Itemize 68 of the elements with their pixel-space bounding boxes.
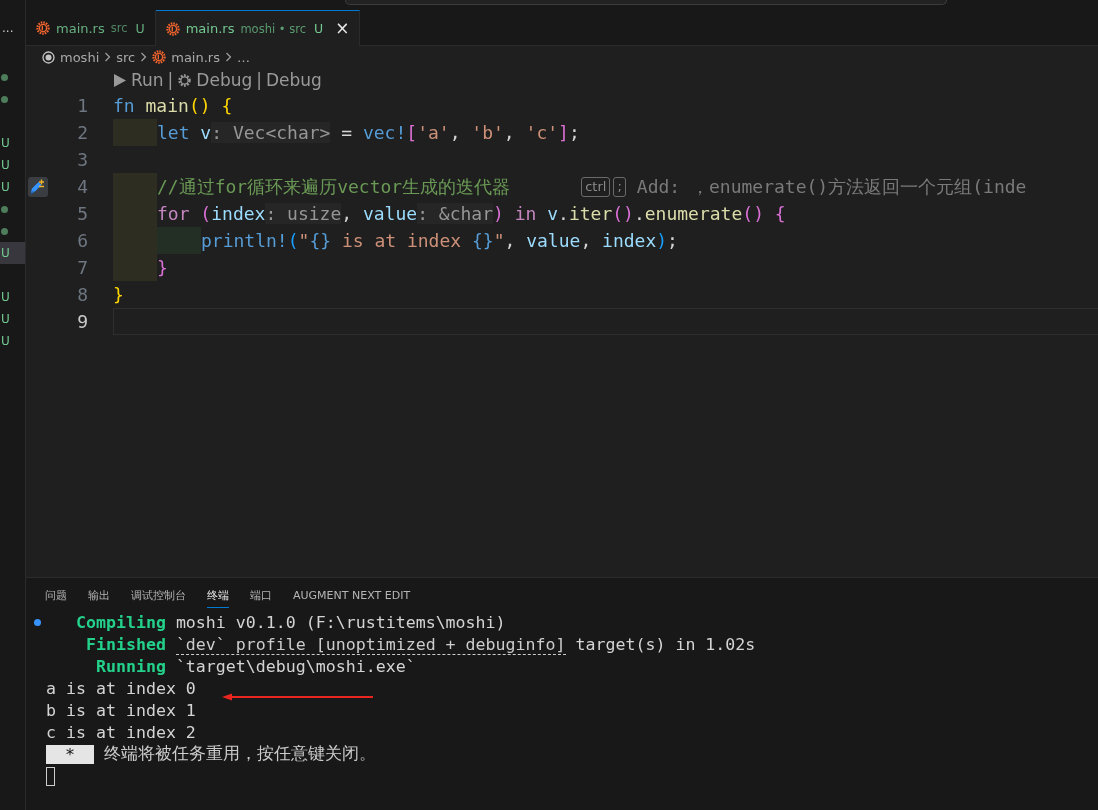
editor-tab[interactable]: main.rs moshi • src U × xyxy=(155,10,361,46)
code-line: let v: Vec<char> = vec!['a', 'b', 'c']; xyxy=(157,122,580,143)
status-letter: U xyxy=(1,246,10,260)
line-number: 7 xyxy=(76,257,88,278)
gear-icon xyxy=(177,72,193,88)
terminal-cursor xyxy=(46,766,55,786)
status-letter: U xyxy=(1,180,10,194)
code-line: fn main() { xyxy=(113,95,233,116)
status-letter: U xyxy=(1,334,10,348)
terminal-line: b is at index 1 xyxy=(46,700,196,720)
terminal-line: Finished `dev` profile [unoptimized + debuginfo] target(s) in 1.02s xyxy=(84,634,756,654)
line-number: 6 xyxy=(76,230,88,251)
task-badge: * xyxy=(46,744,94,764)
codelens-link[interactable]: Debug xyxy=(266,70,322,90)
play-icon xyxy=(113,72,127,88)
status-letter: U xyxy=(1,136,10,150)
separator: | xyxy=(167,70,174,90)
terminal-message: 终端将被任务重用，按任意键关闭。 xyxy=(104,743,376,765)
chevron-icon xyxy=(140,52,148,62)
panel-tab[interactable]: 输出 xyxy=(88,581,110,608)
inline-suggestion: Add: ，enumerate()方法返回一个元组(inde xyxy=(636,174,1027,199)
chevron-icon xyxy=(104,52,112,62)
status-letter: U xyxy=(1,290,10,304)
status-letter: U xyxy=(1,312,10,326)
status-letter: U xyxy=(1,158,10,172)
more-button[interactable]: ... xyxy=(0,10,18,46)
code-line: //通过for循环来遍历vector生成的迭代器 xyxy=(157,174,511,199)
line-number: 1 xyxy=(76,95,88,116)
chevron-icon xyxy=(224,52,232,62)
terminal-line: Running `target\debug\moshi.exe` xyxy=(94,656,416,676)
breadcrumb-item[interactable]: … xyxy=(236,49,250,65)
panel-tab[interactable]: AUGMENT NEXT EDIT xyxy=(293,582,411,607)
terminal-link[interactable]: `dev` profile [unoptimized + debuginfo] xyxy=(175,634,566,655)
cog-icon xyxy=(36,21,50,35)
key-cap: ctrl xyxy=(581,176,611,197)
panel-tab[interactable]: 端口 xyxy=(250,581,272,608)
status-dot xyxy=(1,227,8,235)
code-line: } xyxy=(113,284,124,305)
edit-icon[interactable] xyxy=(28,176,48,197)
breadcrumb-item[interactable]: moshi xyxy=(60,49,100,65)
cog-icon xyxy=(165,21,180,36)
panel-tab[interactable]: 调试控制台 xyxy=(131,581,186,608)
status-dot xyxy=(1,95,8,103)
target-icon xyxy=(42,50,55,64)
close-button[interactable]: × xyxy=(335,20,350,37)
terminal-line: a is at index 0 xyxy=(46,678,196,698)
terminal-line: Compiling moshi v0.1.0 (F:\rustitems\moshi) xyxy=(74,612,506,632)
breadcrumb-item[interactable]: main.rs xyxy=(171,49,220,65)
panel-tab[interactable]: 问题 xyxy=(45,581,67,608)
line-number: 8 xyxy=(76,284,88,305)
key-cap: ; xyxy=(613,176,626,197)
line-number: 5 xyxy=(76,203,88,224)
codelens-link[interactable]: Debug xyxy=(196,70,253,90)
line-number: 4 xyxy=(76,176,88,197)
code-line: for (index: usize, value: &char) in v.iter().enumerate() { xyxy=(157,203,786,224)
line-number: 2 xyxy=(76,122,88,143)
terminal-line: c is at index 2 xyxy=(46,722,196,742)
separator: | xyxy=(256,70,262,90)
codelens-link[interactable]: Run xyxy=(131,70,164,90)
line-number: 9 xyxy=(76,311,88,332)
panel-tab[interactable]: 终端 xyxy=(207,581,229,608)
status-dot xyxy=(1,73,8,81)
status-dot xyxy=(1,205,8,213)
code-line: } xyxy=(157,257,168,278)
code-line: println!("{} is at index {}", value, index); xyxy=(201,230,678,251)
breadcrumb-item[interactable]: src xyxy=(116,49,136,65)
line-number: 3 xyxy=(76,149,88,170)
cog-icon xyxy=(152,50,167,64)
